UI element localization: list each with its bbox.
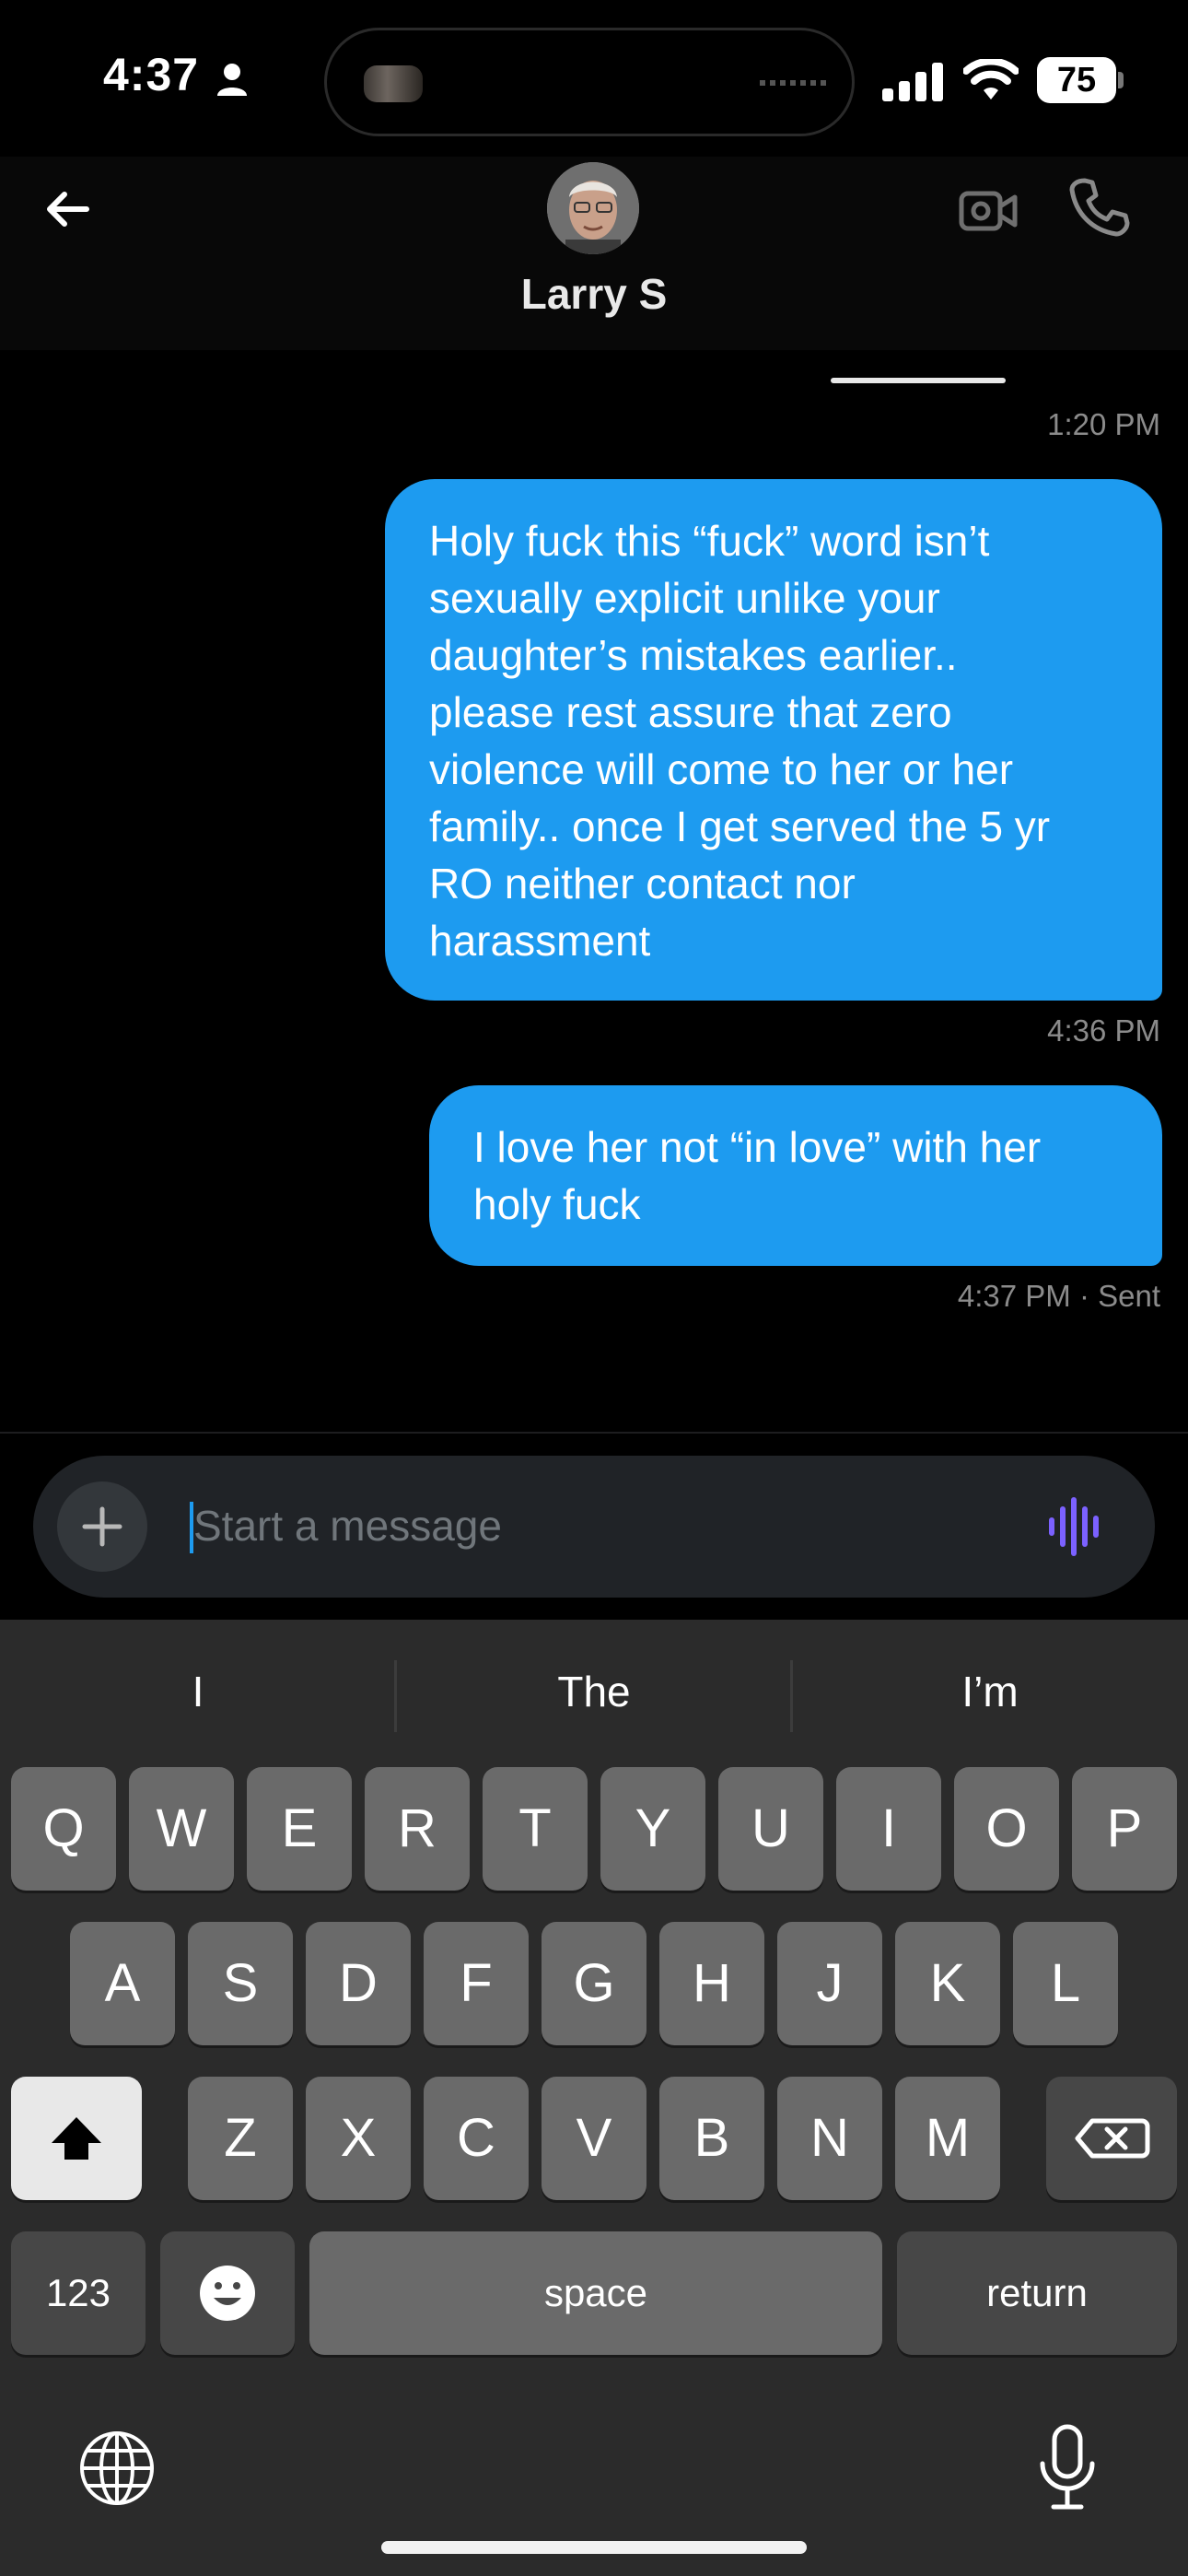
key-k[interactable]: K [895, 1922, 1000, 2045]
contact-name[interactable]: Larry S [0, 269, 1188, 319]
video-camera-icon[interactable] [958, 182, 1020, 238]
emoji-icon [200, 2266, 255, 2321]
message-status: 4:37 PM · Sent [957, 1279, 1160, 1313]
key-t[interactable]: T [483, 1767, 588, 1891]
message-input[interactable] [193, 1489, 1022, 1563]
globe-icon[interactable] [76, 2427, 158, 2510]
key-y[interactable]: Y [600, 1767, 705, 1891]
message-bubble[interactable]: Holy fuck this “fuck” word isn’t sexuall… [385, 479, 1162, 1001]
key-s[interactable]: S [188, 1922, 293, 2045]
avatar-photo [547, 162, 639, 254]
key-c[interactable]: C [424, 2077, 529, 2200]
key-x[interactable]: X [306, 2077, 411, 2200]
key-w[interactable]: W [129, 1767, 234, 1891]
back-arrow-icon[interactable] [35, 177, 99, 241]
status-bar: 4:37 75 [0, 0, 1188, 157]
app-root: 4:37 75 Larry S 1:20 PM Holy fuck this “… [0, 0, 1188, 2576]
key-j[interactable]: J [777, 1922, 882, 2045]
key-i[interactable]: I [836, 1767, 941, 1891]
key-q[interactable]: Q [11, 1767, 116, 1891]
battery-icon: 75 [1037, 57, 1116, 103]
numbers-key[interactable]: 123 [11, 2231, 146, 2355]
key-l[interactable]: L [1013, 1922, 1118, 2045]
island-dots [760, 80, 826, 86]
key-g[interactable]: G [542, 1922, 646, 2045]
key-r[interactable]: R [365, 1767, 470, 1891]
key-m[interactable]: M [895, 2077, 1000, 2200]
return-key[interactable]: return [897, 2231, 1177, 2355]
key-n[interactable]: N [777, 2077, 882, 2200]
avatar[interactable] [547, 162, 639, 254]
message-composer [33, 1456, 1155, 1598]
key-h[interactable]: H [659, 1922, 764, 2045]
person-icon [217, 64, 247, 96]
phone-icon[interactable] [1066, 175, 1131, 240]
key-e[interactable]: E [247, 1767, 352, 1891]
wifi-icon [963, 59, 1019, 100]
key-f[interactable]: F [424, 1922, 529, 2045]
key-v[interactable]: V [542, 2077, 646, 2200]
key-u[interactable]: U [718, 1767, 823, 1891]
composer-divider [0, 1432, 1188, 1434]
shift-arrow-icon [52, 2117, 101, 2160]
home-indicator [381, 2541, 807, 2554]
key-p[interactable]: P [1072, 1767, 1177, 1891]
suggestion-1[interactable]: I [0, 1620, 396, 1758]
suggestion-2[interactable]: The [396, 1620, 792, 1758]
message-timestamp: 4:36 PM [1047, 1013, 1160, 1048]
microphone-icon[interactable] [1037, 2421, 1098, 2513]
scroll-indicator [831, 378, 1006, 383]
space-key[interactable]: space [309, 2231, 882, 2355]
dynamic-island [324, 28, 855, 136]
key-d[interactable]: D [306, 1922, 411, 2045]
delete-key[interactable] [1046, 2077, 1177, 2200]
suggestion-3[interactable]: I’m [792, 1620, 1188, 1758]
battery-level: 75 [1056, 61, 1097, 100]
add-attachment-button[interactable] [57, 1481, 147, 1572]
voice-wave-icon[interactable] [1046, 1496, 1105, 1557]
signal-icon [882, 63, 943, 101]
plus-icon [82, 1506, 122, 1547]
key-a[interactable]: A [70, 1922, 175, 2045]
island-camera-preview [364, 65, 423, 102]
key-b[interactable]: B [659, 2077, 764, 2200]
message-bubble[interactable]: I love her not “in love” with her holy f… [429, 1085, 1162, 1266]
emoji-key[interactable] [160, 2231, 295, 2355]
shift-key[interactable] [11, 2077, 142, 2200]
key-z[interactable]: Z [188, 2077, 293, 2200]
battery-cap [1118, 72, 1124, 88]
key-o[interactable]: O [954, 1767, 1059, 1891]
backspace-icon [1075, 2118, 1150, 2159]
status-time: 4:37 [103, 49, 200, 100]
message-timestamp: 1:20 PM [1047, 407, 1160, 441]
keyboard: I The I’m Q W E R T Y U I O P A S D F G … [0, 1620, 1188, 2576]
